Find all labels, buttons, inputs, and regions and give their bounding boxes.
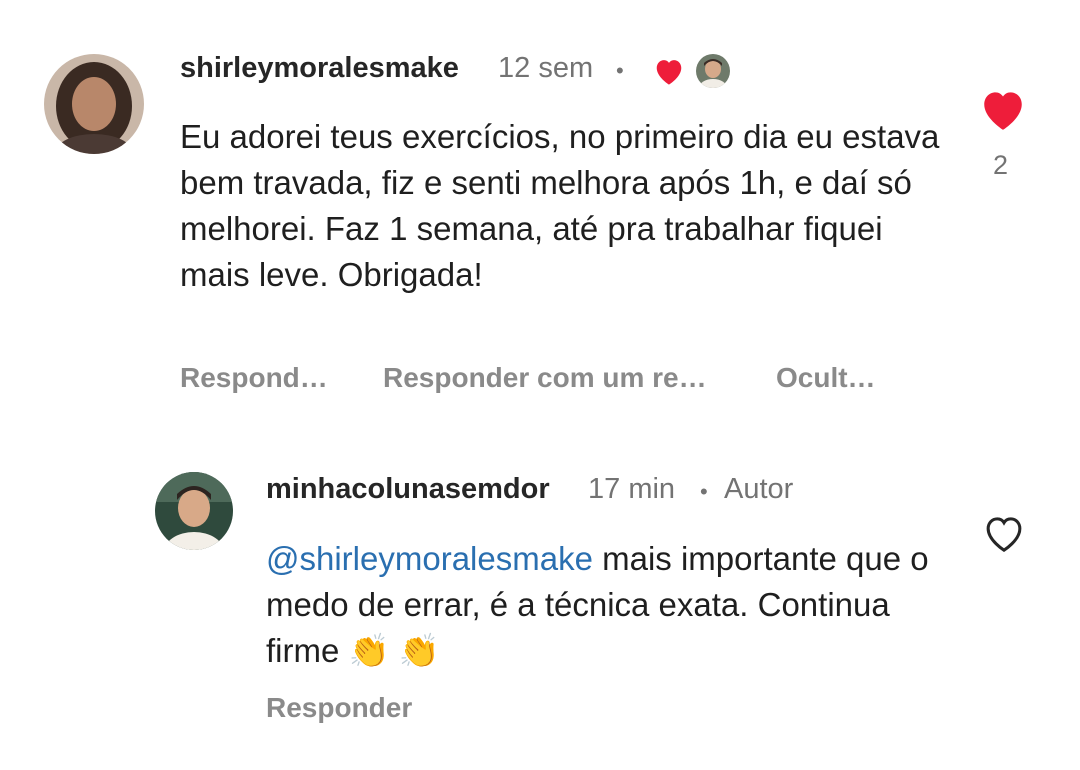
comment-timestamp: 12 sem: [498, 52, 594, 84]
reply-text: @shirleymoralesmake mais importante que …: [266, 536, 946, 674]
mention-link[interactable]: @shirleymoralesmake: [266, 540, 593, 577]
creator-heart-icon: [652, 56, 686, 86]
meta-separator: •: [700, 479, 708, 504]
meta-separator: •: [616, 58, 624, 83]
like-count: 2: [993, 150, 1009, 180]
commenter-avatar[interactable]: [44, 54, 144, 154]
comment-username[interactable]: shirleymoralesmake: [180, 52, 459, 85]
hide-button[interactable]: Ocult…: [776, 362, 876, 394]
reply-button[interactable]: Responder: [266, 692, 412, 724]
clapping-emoji: 👏 👏: [348, 632, 440, 669]
reply-button[interactable]: Respond…: [180, 362, 328, 394]
reply-with-reel-button[interactable]: Responder com um re…: [383, 362, 707, 394]
like-heart-outline-icon[interactable]: [981, 512, 1027, 554]
reply-timestamp: 17 min: [588, 473, 676, 505]
creator-avatar: [696, 54, 730, 88]
author-badge: Autor: [724, 473, 794, 505]
reply-username[interactable]: minhacolunasemdor: [266, 473, 550, 506]
reply-avatar[interactable]: [155, 472, 233, 550]
comment-text: Eu adorei teus exercícios, no primeiro d…: [180, 118, 940, 293]
liked-heart-icon[interactable]: [978, 86, 1028, 132]
